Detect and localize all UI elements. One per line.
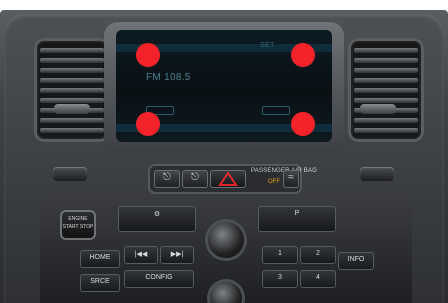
traction-icon: ⚙ (153, 211, 161, 218)
vent-slat (40, 98, 104, 103)
vent-slat (40, 58, 104, 63)
home-button[interactable]: HOME (80, 250, 120, 268)
hazard-button[interactable] (210, 170, 246, 188)
vent-slat (354, 58, 418, 63)
right-vent-tab[interactable] (360, 104, 396, 114)
vent-slat (354, 118, 418, 123)
screen-soft-button[interactable] (262, 106, 290, 115)
hazard-icon (218, 171, 238, 186)
preset-2-button[interactable]: 2 (300, 246, 336, 264)
info-button[interactable]: INFO (338, 252, 374, 270)
volume-knob[interactable] (208, 222, 244, 258)
vent-slat (354, 68, 418, 73)
touch-marker-top-left (136, 43, 160, 67)
unlock-icon: ⎋ (163, 172, 171, 183)
engine-label: ENGINE (68, 216, 88, 222)
preset-4-button[interactable]: 4 (300, 270, 336, 288)
air-bag-status: OFF (268, 179, 280, 185)
preset-3-button[interactable]: 3 (262, 270, 298, 288)
vent-slat (354, 98, 418, 103)
vent-slat (40, 88, 104, 93)
vent-slat (40, 128, 104, 133)
seat-icon: ≈ (288, 172, 294, 183)
right-vent-knob[interactable] (360, 167, 394, 181)
traction-button[interactable]: ⚙ (118, 206, 196, 232)
touch-marker-bottom-left (136, 112, 160, 136)
source-button[interactable]: SRCE (80, 274, 120, 292)
vent-slat (354, 88, 418, 93)
left-vent-tab[interactable] (54, 104, 90, 114)
start-stop-label: START STOP (62, 224, 94, 230)
park-assist-button[interactable]: P (258, 206, 336, 232)
vent-slat (40, 68, 104, 73)
vent-slat (354, 128, 418, 133)
screen-set-label: SET (260, 42, 275, 49)
vent-slat (354, 78, 418, 83)
park-assist-icon: P (294, 210, 300, 217)
vent-slat (40, 118, 104, 123)
right-air-vent[interactable] (348, 38, 424, 142)
preset-1-button[interactable]: 1 (262, 246, 298, 264)
vent-slat (40, 78, 104, 83)
unlock-button[interactable]: ⎋ (154, 170, 180, 188)
seek-forward-button[interactable]: ▶▶| (160, 246, 194, 264)
touch-marker-bottom-right (291, 112, 315, 136)
vent-slat (354, 48, 418, 53)
vent-slat (40, 48, 104, 53)
lock-icon: ⎋ (191, 172, 199, 183)
lock-button[interactable]: ⎋ (182, 170, 208, 188)
station-frequency: FM 108.5 (146, 72, 191, 83)
touch-marker-top-right (291, 43, 315, 67)
seat-heat-button[interactable]: ≈ (283, 170, 299, 188)
left-air-vent[interactable] (34, 38, 110, 142)
config-button[interactable]: CONFIG (124, 270, 194, 288)
left-vent-knob[interactable] (53, 167, 87, 181)
engine-start-stop-button[interactable]: ENGINE START STOP (60, 210, 96, 240)
seek-back-button[interactable]: |◀◀ (124, 246, 158, 264)
car-dashboard: SET FM 108.5 ⎋ ⎋ PASSENGER AIR BAG OFF ≈… (0, 0, 448, 303)
